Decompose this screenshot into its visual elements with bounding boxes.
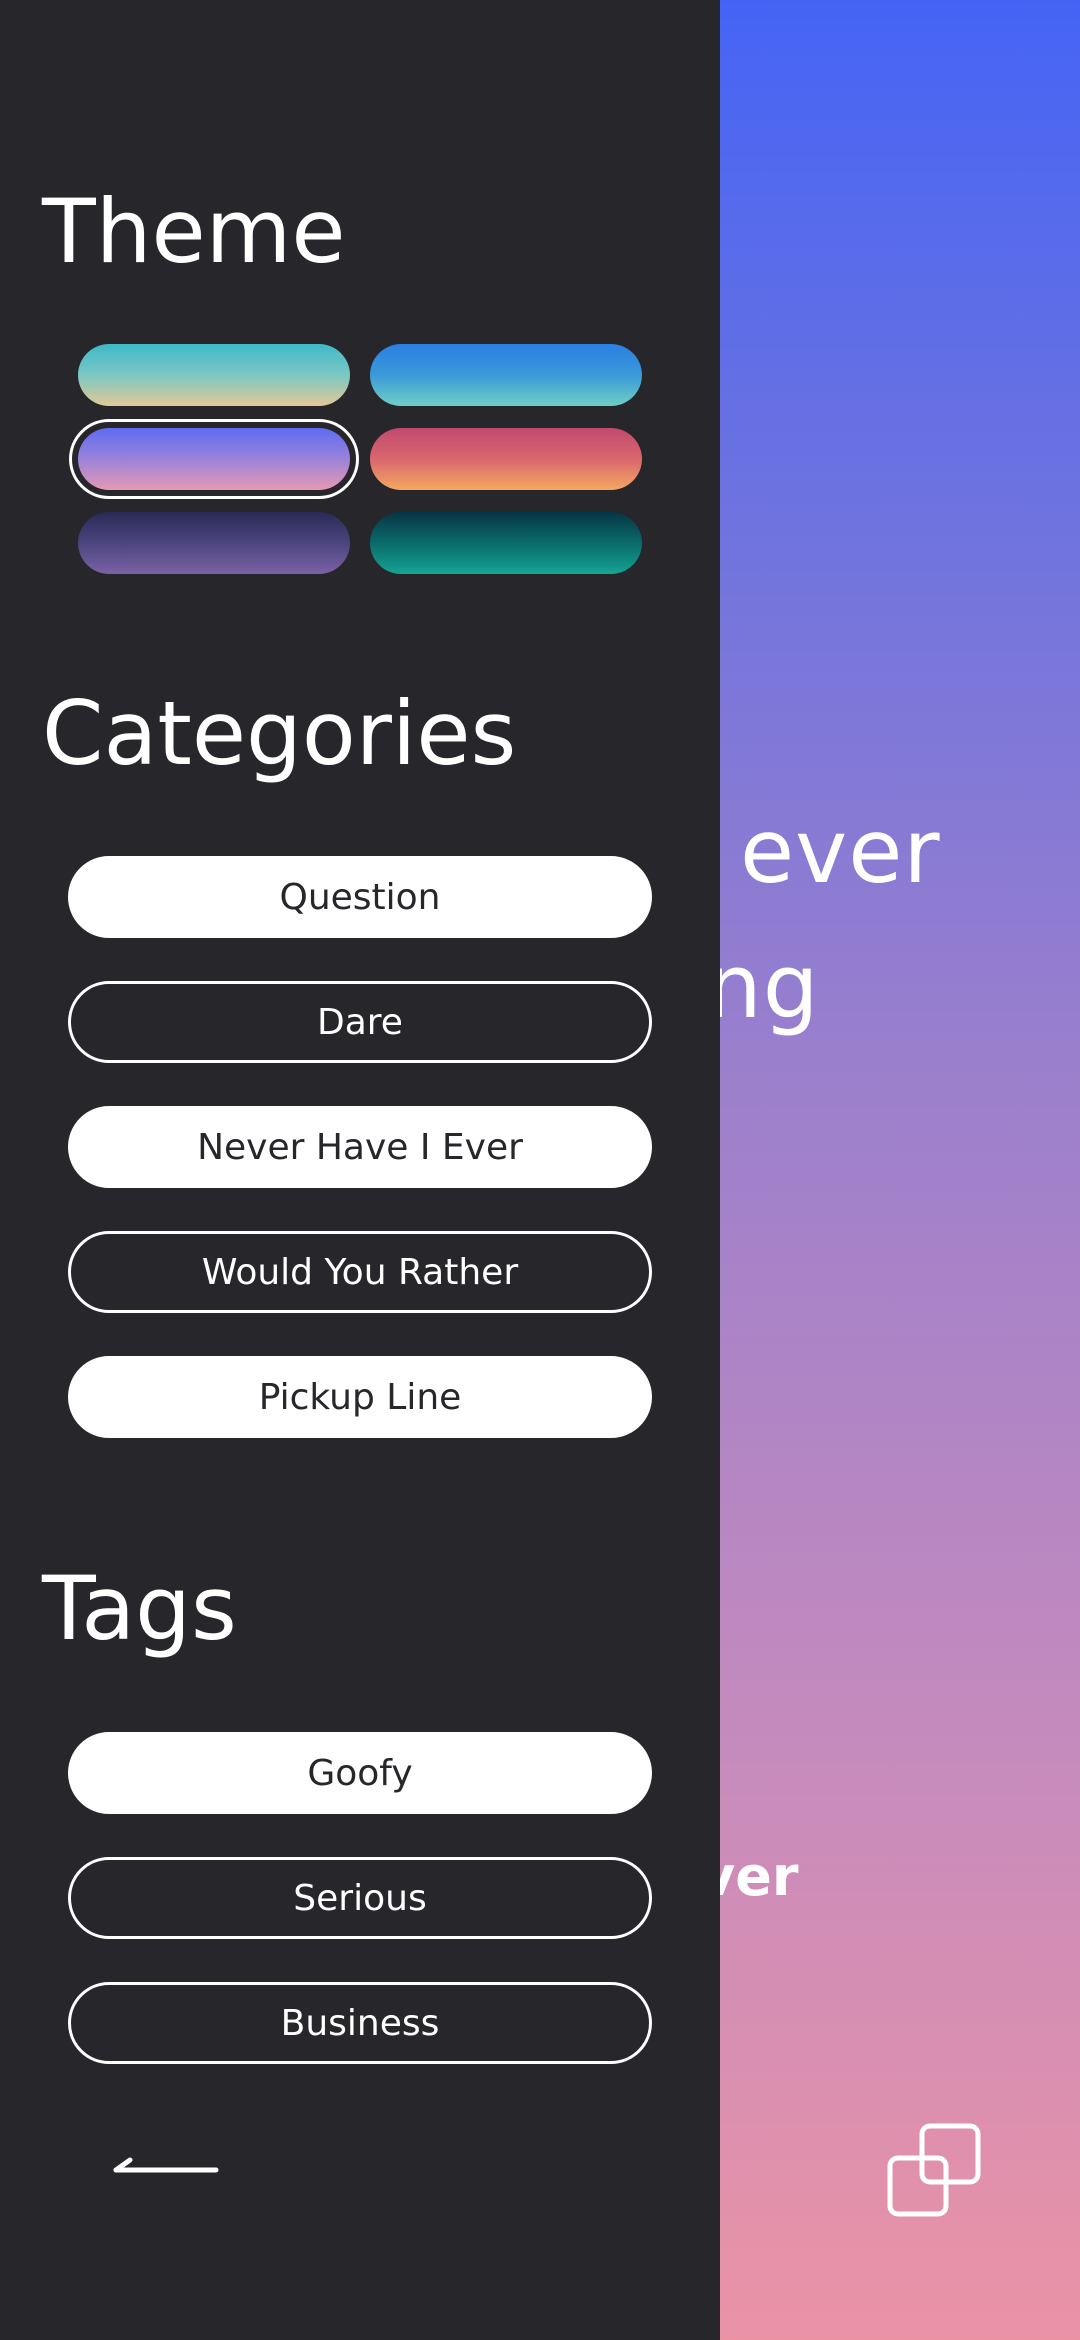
card-text-line-2: ng: [706, 935, 820, 1038]
theme-swatch-night-purple[interactable]: [78, 512, 350, 574]
theme-swatch-ocean[interactable]: [370, 344, 642, 406]
theme-swatch-deep-teal[interactable]: [370, 512, 642, 574]
category-never-have-i-ever-toggle[interactable]: Never Have I Ever: [68, 1106, 652, 1188]
theme-swatch-sunset[interactable]: [370, 428, 642, 490]
tags-heading: Tags: [42, 1557, 237, 1660]
back-button[interactable]: [112, 2150, 222, 2190]
categories-heading: Categories: [42, 682, 517, 785]
theme-heading: Theme: [42, 180, 346, 283]
category-pickup-line-toggle[interactable]: Pickup Line: [68, 1356, 652, 1438]
card-text-line-1: ever: [740, 800, 941, 903]
tag-serious-toggle[interactable]: Serious: [68, 1857, 652, 1939]
settings-drawer: Theme Categories Question Dare Never Hav…: [0, 0, 720, 2340]
back-arrow-icon: [113, 2157, 219, 2173]
copy-icon: [887, 2123, 981, 2217]
category-dare-toggle[interactable]: Dare: [68, 981, 652, 1063]
tag-business-toggle[interactable]: Business: [68, 1982, 652, 2064]
category-would-you-rather-toggle[interactable]: Would You Rather: [68, 1231, 652, 1313]
copy-button[interactable]: [886, 2122, 982, 2218]
theme-swatch-violet-pink[interactable]: [69, 419, 359, 499]
category-question-toggle[interactable]: Question: [68, 856, 652, 938]
app-screen: ever ng ver Theme Categories Question Da…: [0, 0, 1080, 2340]
tag-goofy-toggle[interactable]: Goofy: [68, 1732, 652, 1814]
theme-swatch-teal-sand[interactable]: [78, 344, 350, 406]
